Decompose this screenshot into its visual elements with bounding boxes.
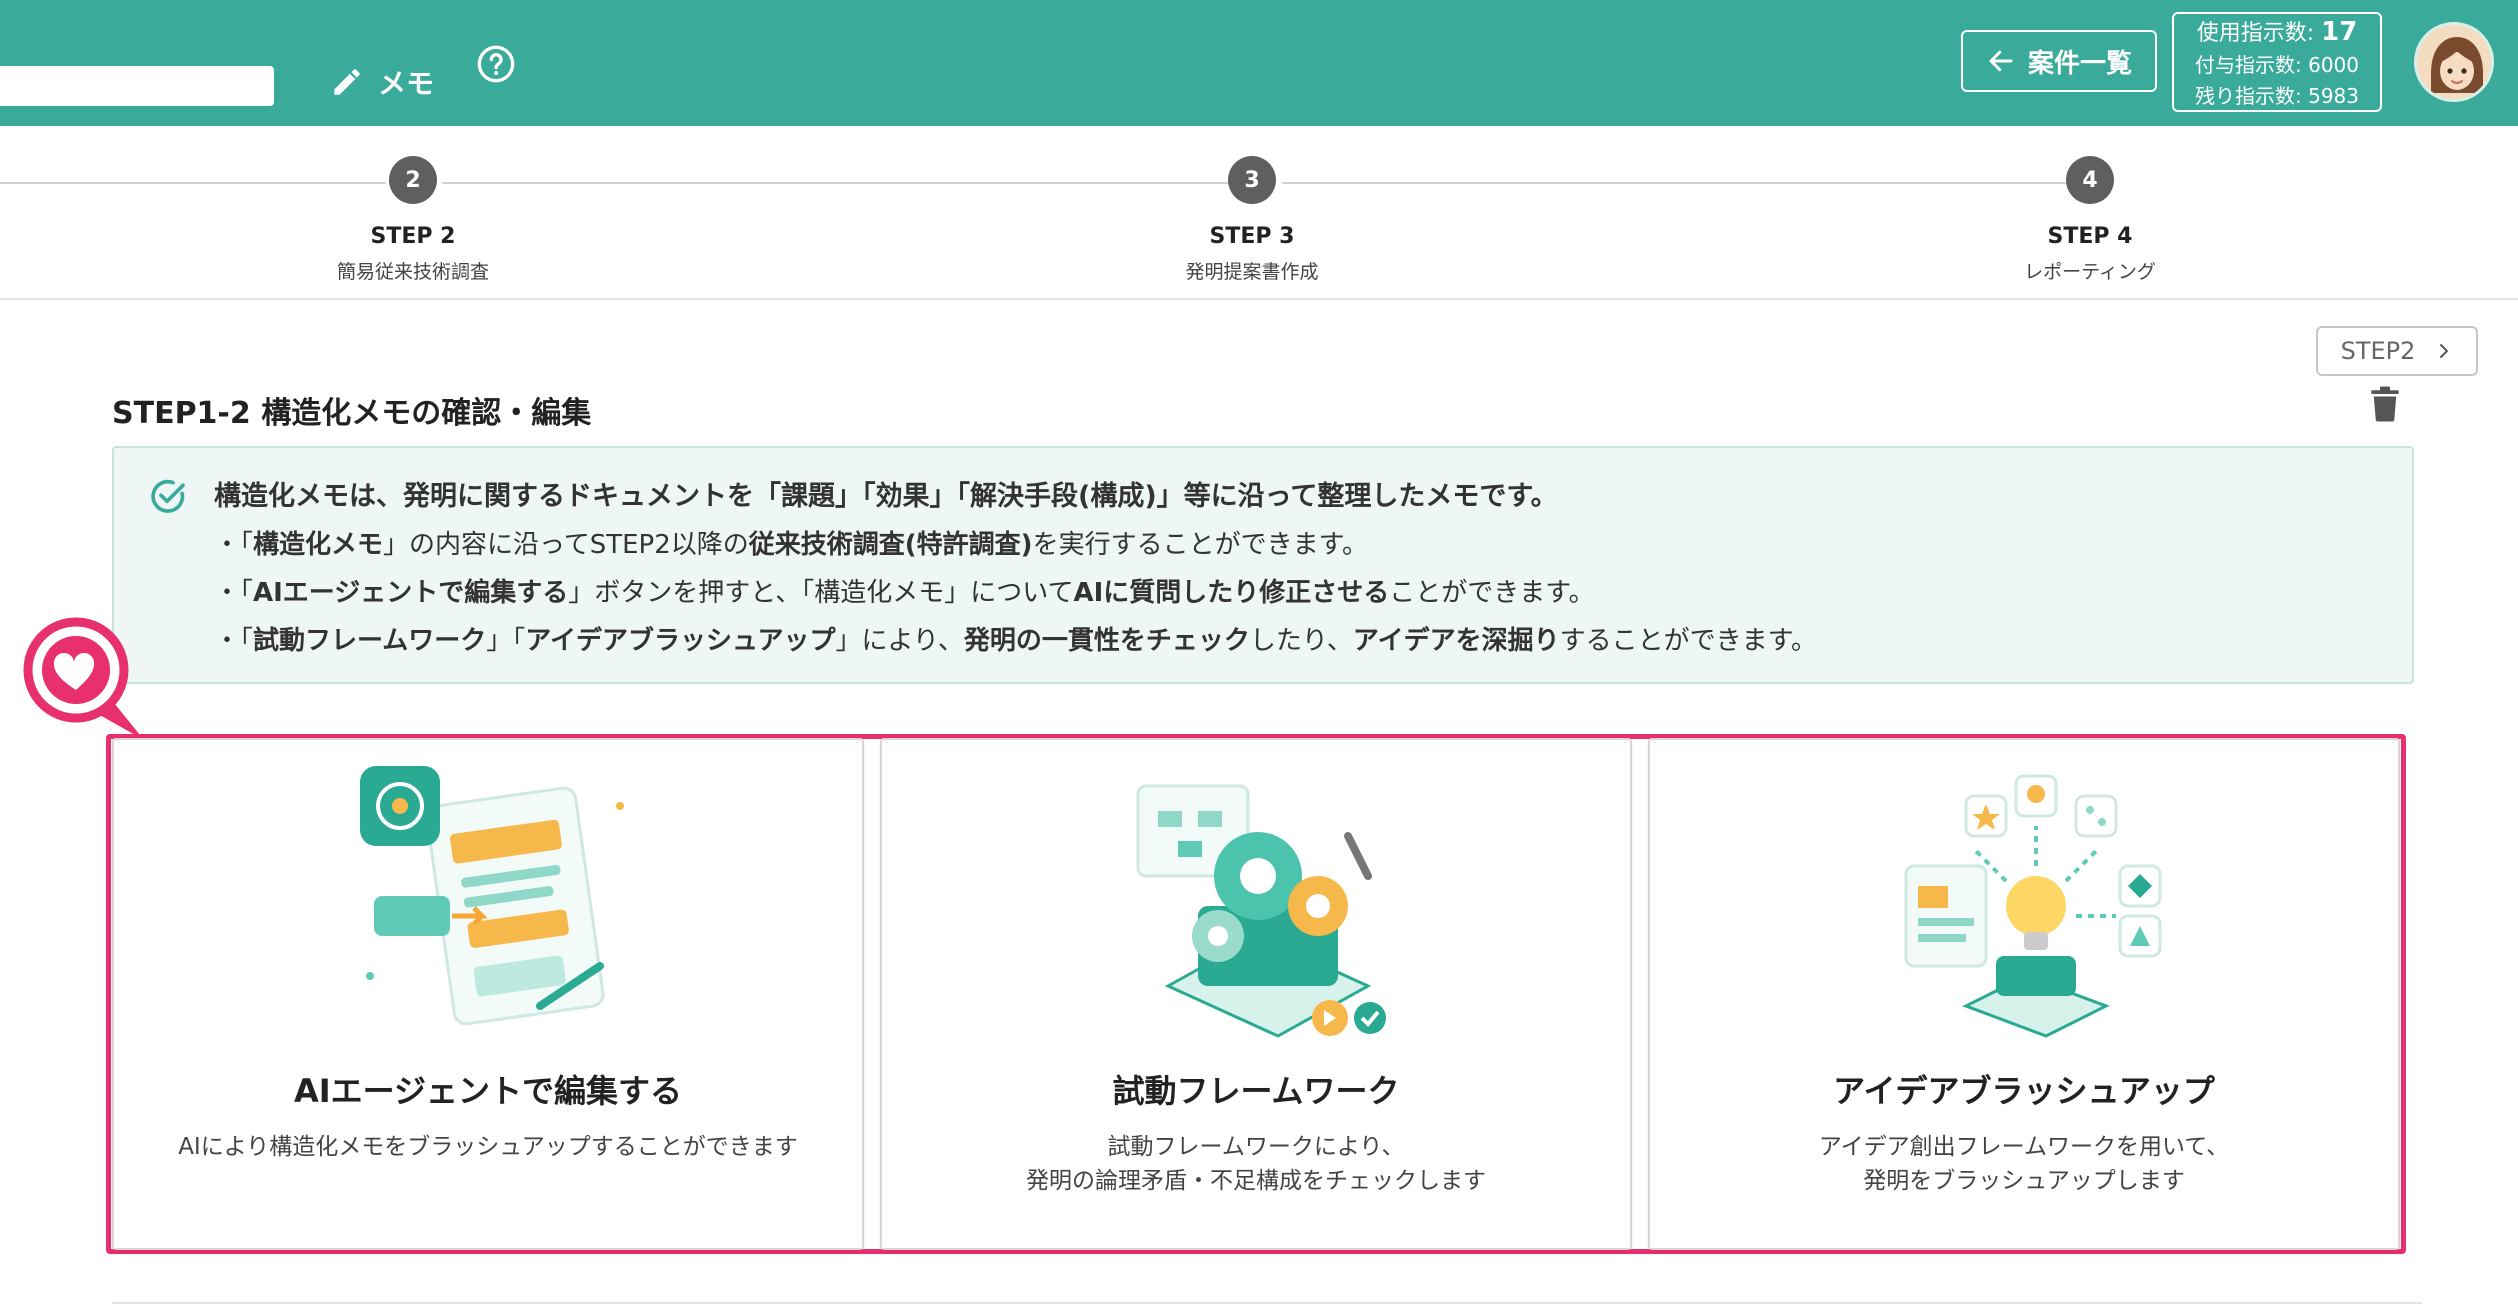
ai-agent-edit-card[interactable]: AIエージェントで編集する AIにより構造化メモをブラッシュアップすることができ…	[112, 738, 864, 1250]
idea-lightbulb-illustration	[1904, 774, 2162, 1038]
granted-count: 付与指示数: 6000	[2195, 53, 2359, 77]
app-header: メモ 案件一覧 使用指示数: 17 付与指示数: 6000 残り指示数: 598…	[0, 0, 2518, 126]
section-divider	[112, 1302, 2422, 1304]
card-description: 試動フレームワークにより、 発明の論理矛盾・不足構成をチェックします	[1026, 1134, 1486, 1194]
step-label: STEP 4	[2047, 224, 2133, 249]
step-label: STEP 2	[370, 224, 456, 249]
avatar-image	[2417, 25, 2491, 99]
card-description: アイデア創出フレームワークを用いて、 発明をブラッシュアップします	[1818, 1134, 2230, 1194]
arrow-left-icon	[1989, 50, 2013, 72]
pencil-icon	[334, 69, 360, 95]
info-headline: 構造化メモは、発明に関するドキュメントを「課題」「効果」「解決手段(構成)」等に…	[214, 481, 1558, 512]
info-line: ・「AIエージェントで編集する」ボタンを押すと、「構造化メモ」についてAIに質問…	[214, 578, 1595, 608]
project-title-input[interactable]	[0, 66, 274, 106]
memo-label: メモ	[378, 67, 435, 100]
memo-button[interactable]: メモ	[330, 62, 434, 102]
section-title: STEP1-2 構造化メモの確認・編集	[112, 396, 592, 431]
project-list-button[interactable]: 案件一覧	[1961, 30, 2157, 92]
next-step-label: STEP2	[2340, 337, 2416, 365]
step-number: 3	[1228, 156, 1276, 204]
card-title: アイデアブラッシュアップ	[1833, 1072, 2215, 1110]
info-line: ・「試動フレームワーク」「アイデアブラッシュアップ」により、発明の一貫性をチェッ…	[214, 626, 1817, 656]
step-progress: 2 STEP 2 簡易従来技術調査 3 STEP 3 発明提案書作成 4 STE…	[0, 126, 2518, 300]
info-panel: 構造化メモは、発明に関するドキュメントを「課題」「効果」「解決手段(構成)」等に…	[112, 446, 2414, 684]
project-list-label: 案件一覧	[2027, 48, 2132, 79]
trial-framework-card[interactable]: 試動フレームワーク 試動フレームワークにより、 発明の論理矛盾・不足構成をチェッ…	[880, 738, 1632, 1250]
step-number: 4	[2066, 156, 2114, 204]
gears-machine-illustration	[1136, 784, 1386, 1038]
check-circle-icon	[151, 479, 185, 513]
info-line: ・「構造化メモ」の内容に沿ってSTEP2以降の従来技術調査(特許調査)を実行する…	[214, 530, 1368, 560]
help-icon[interactable]	[476, 44, 516, 84]
used-count: 使用指示数: 17	[2196, 17, 2358, 47]
step-4[interactable]: 4 STEP 4 レポーティング	[1940, 156, 2240, 284]
idea-brushup-card[interactable]: アイデアブラッシュアップ アイデア創出フレームワークを用いて、 発明をブラッシュ…	[1648, 738, 2400, 1250]
card-title: 試動フレームワーク	[1112, 1072, 1400, 1110]
card-title: AIエージェントで編集する	[293, 1072, 683, 1110]
next-step-button[interactable]: STEP2	[2316, 326, 2478, 376]
heart-badge-icon	[23, 617, 144, 740]
step-number: 2	[389, 156, 437, 204]
avatar[interactable]	[2414, 22, 2494, 102]
step-3[interactable]: 3 STEP 3 発明提案書作成	[1102, 156, 1402, 284]
usage-counter: 使用指示数: 17 付与指示数: 6000 残り指示数: 5983	[2172, 12, 2382, 112]
step-label: STEP 3	[1209, 224, 1295, 249]
trash-icon[interactable]	[2370, 386, 2400, 422]
ai-document-illustration	[360, 766, 624, 1026]
step-2[interactable]: 2 STEP 2 簡易従来技術調査	[263, 156, 563, 284]
step-subtitle: 簡易従来技術調査	[336, 261, 489, 283]
step-subtitle: 発明提案書作成	[1185, 261, 1319, 283]
remaining-count: 残り指示数: 5983	[2195, 84, 2359, 108]
step-subtitle: レポーティング	[2024, 261, 2156, 283]
chevron-right-icon	[2440, 344, 2449, 358]
card-description: AIにより構造化メモをブラッシュアップすることができます	[178, 1134, 798, 1160]
